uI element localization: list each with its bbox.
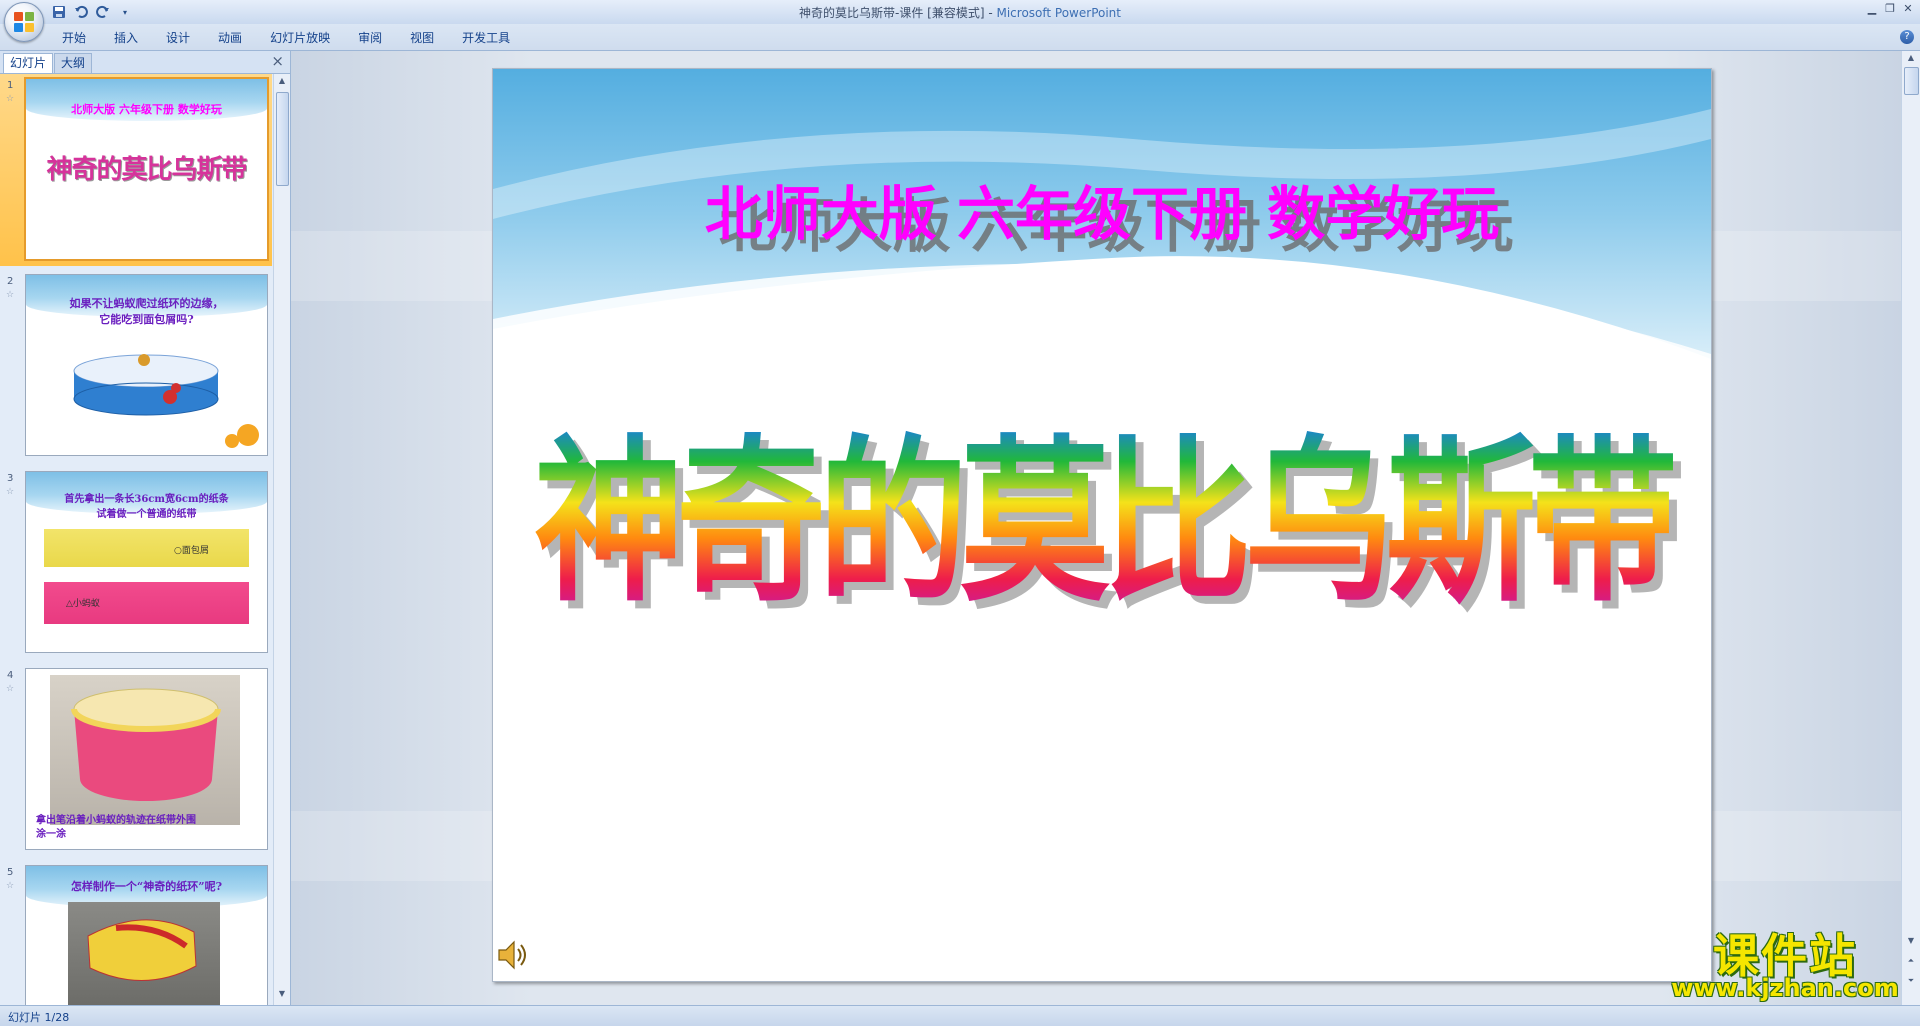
slide-thumbnail-2[interactable]: 2 ☆ 如果不让蚂蚁爬过纸环的边缘， 它能吃到面包屑吗? [0,270,272,462]
transition-icon: ☆ [6,684,15,694]
thumb-line-1: 首先拿出一条长36cm宽6cm的纸条 [64,494,229,505]
thumb-line-2: 试着做一个普通的纸带 [96,509,197,520]
ribbon-tabs: 开始 插入 设计 动画 幻灯片放映 审阅 视图 开发工具 [48,29,524,47]
minimize-icon[interactable]: ▁ [1864,2,1880,16]
thumb-line-1: 拿出笔沿着小蚂蚁的轨迹在纸带外围 [36,815,196,826]
slide-counter: 幻灯片 1/28 [8,1011,70,1024]
panel-tabs: 幻灯片 大纲 × [0,51,290,74]
slide-thumbnail-1[interactable]: 1 ☆ 北师大版 六年级下册 数学好玩 神奇的莫比乌斯带 [0,74,272,266]
label-b-text: 小蚂蚁 [72,599,100,609]
scroll-thumb[interactable] [1904,67,1919,95]
previous-slide-icon[interactable]: ⏶ [1902,956,1920,966]
scroll-thumb[interactable] [276,92,289,186]
transition-icon: ☆ [6,94,15,104]
scroll-up-icon[interactable]: ▲ [1902,53,1920,62]
tab-design[interactable]: 设计 [152,29,204,47]
scroll-up-icon[interactable]: ▲ [274,76,290,90]
title-bar: ▾ 神奇的莫比乌斯带-课件 [兼容模式] - Microsoft PowerPo… [0,0,1920,25]
slide-thumbnail-list: 1 ☆ 北师大版 六年级下册 数学好玩 神奇的莫比乌斯带 2 ☆ 如果不让蚂蚁爬… [0,74,272,1005]
slides-panel: 幻灯片 大纲 × 1 ☆ 北师大版 六年级下册 数学好玩 神奇的莫比乌斯带 2 … [0,51,291,1005]
tab-slides[interactable]: 幻灯片 [3,53,54,73]
scroll-down-icon[interactable]: ▼ [1902,936,1920,945]
tab-home[interactable]: 开始 [48,29,100,47]
slide-number: 5 [7,867,14,878]
slide-number: 4 [7,670,14,681]
slide-thumbnail-4[interactable]: 4 ☆ 拿出笔沿着小蚂蚁的轨迹在纸带外围 涂一涂 [0,664,272,856]
thumb-line-2: 涂一涂 [36,829,66,840]
next-slide-icon[interactable]: ⏷ [1902,976,1920,986]
panel-close-icon[interactable]: × [271,54,284,69]
yellow-strip: ○面包屑 [44,529,249,567]
site-watermark: 课件站 www.kjzhan.com [1670,920,1900,1002]
tab-animations[interactable]: 动画 [204,29,256,47]
slide-number: 3 [7,473,14,484]
document-title: 神奇的莫比乌斯带-课件 [兼容模式] - [799,6,997,20]
status-bar: 幻灯片 1/28 [0,1005,1920,1026]
thumbnail-image: 首先拿出一条长36cm宽6cm的纸条 试着做一个普通的纸带 ○面包屑 △小蚂蚁 [25,471,268,653]
close-icon[interactable]: ✕ [1900,2,1916,16]
restore-icon[interactable]: ❐ [1882,2,1898,16]
transition-icon: ☆ [6,487,15,497]
thumb-subtitle: 北师大版 六年级下册 数学好玩 [71,103,222,116]
current-slide[interactable]: 北师大版 六年级下册 数学好玩 北师大版 六年级下册 数学好玩 神奇的莫比乌斯带… [492,68,1712,982]
office-logo-icon [14,12,34,32]
tab-outline[interactable]: 大纲 [54,53,93,73]
slide-thumbnail-5[interactable]: 5 ☆ 怎样制作一个“神奇的纸环”呢? [0,861,272,1005]
help-icon[interactable]: ? [1900,30,1914,44]
ribbon-tab-bar: 开始 插入 设计 动画 幻灯片放映 审阅 视图 开发工具 ? [0,24,1920,51]
tab-developer[interactable]: 开发工具 [448,29,524,47]
slide-subtitle[interactable]: 北师大版 六年级下册 数学好玩 [493,167,1711,251]
thumbnail-scrollbar[interactable]: ▲ ▼ [273,74,290,1005]
slide-title[interactable]: 神奇的莫比乌斯带 [493,379,1711,635]
transition-icon: ☆ [6,881,15,891]
tab-insert[interactable]: 插入 [100,29,152,47]
strip-label-a: ○面包屑 [174,546,209,556]
slide-editor-area: 北师大版 六年级下册 数学好玩 北师大版 六年级下册 数学好玩 神奇的莫比乌斯带… [291,51,1902,1005]
thumbnail-image: 怎样制作一个“神奇的纸环”呢? [25,865,268,1005]
slide-number: 2 [7,276,14,287]
thumb-title: 神奇的莫比乌斯带 [46,155,247,185]
mobius-strip-photo [87,919,197,981]
strip-label-b: △小蚂蚁 [66,599,100,609]
slide-thumbnail-3[interactable]: 3 ☆ 首先拿出一条长36cm宽6cm的纸条 试着做一个普通的纸带 ○面包屑 △… [0,467,272,659]
paper-ring-illustration [73,354,259,448]
window-title: 神奇的莫比乌斯带-课件 [兼容模式] - Microsoft PowerPoin… [0,4,1920,21]
thumbnail-image: 如果不让蚂蚁爬过纸环的边缘， 它能吃到面包屑吗? [25,274,268,456]
transition-icon: ☆ [6,290,15,300]
label-a-text: 面包屑 [181,546,209,556]
tab-review[interactable]: 审阅 [344,29,396,47]
window-controls: ▁ ❐ ✕ [1864,2,1916,16]
thumbnail-image: 北师大版 六年级下册 数学好玩 神奇的莫比乌斯带 [24,77,269,261]
thumbnail-image: 拿出笔沿着小蚂蚁的轨迹在纸带外围 涂一涂 [25,668,268,850]
app-name: Microsoft PowerPoint [996,6,1121,20]
scroll-down-icon[interactable]: ▼ [274,989,290,1003]
pink-strip: △小蚂蚁 [44,582,249,624]
slide-number: 1 [7,80,14,91]
watermark-url: www.kjzhan.com [1671,974,1899,1002]
editor-scrollbar[interactable]: ▲ ▼ ⏶ ⏷ [1901,51,1920,1005]
tab-view[interactable]: 视图 [396,29,448,47]
office-button[interactable] [4,2,44,42]
tab-slideshow[interactable]: 幻灯片放映 [256,29,344,47]
speaker-icon[interactable] [495,937,531,973]
